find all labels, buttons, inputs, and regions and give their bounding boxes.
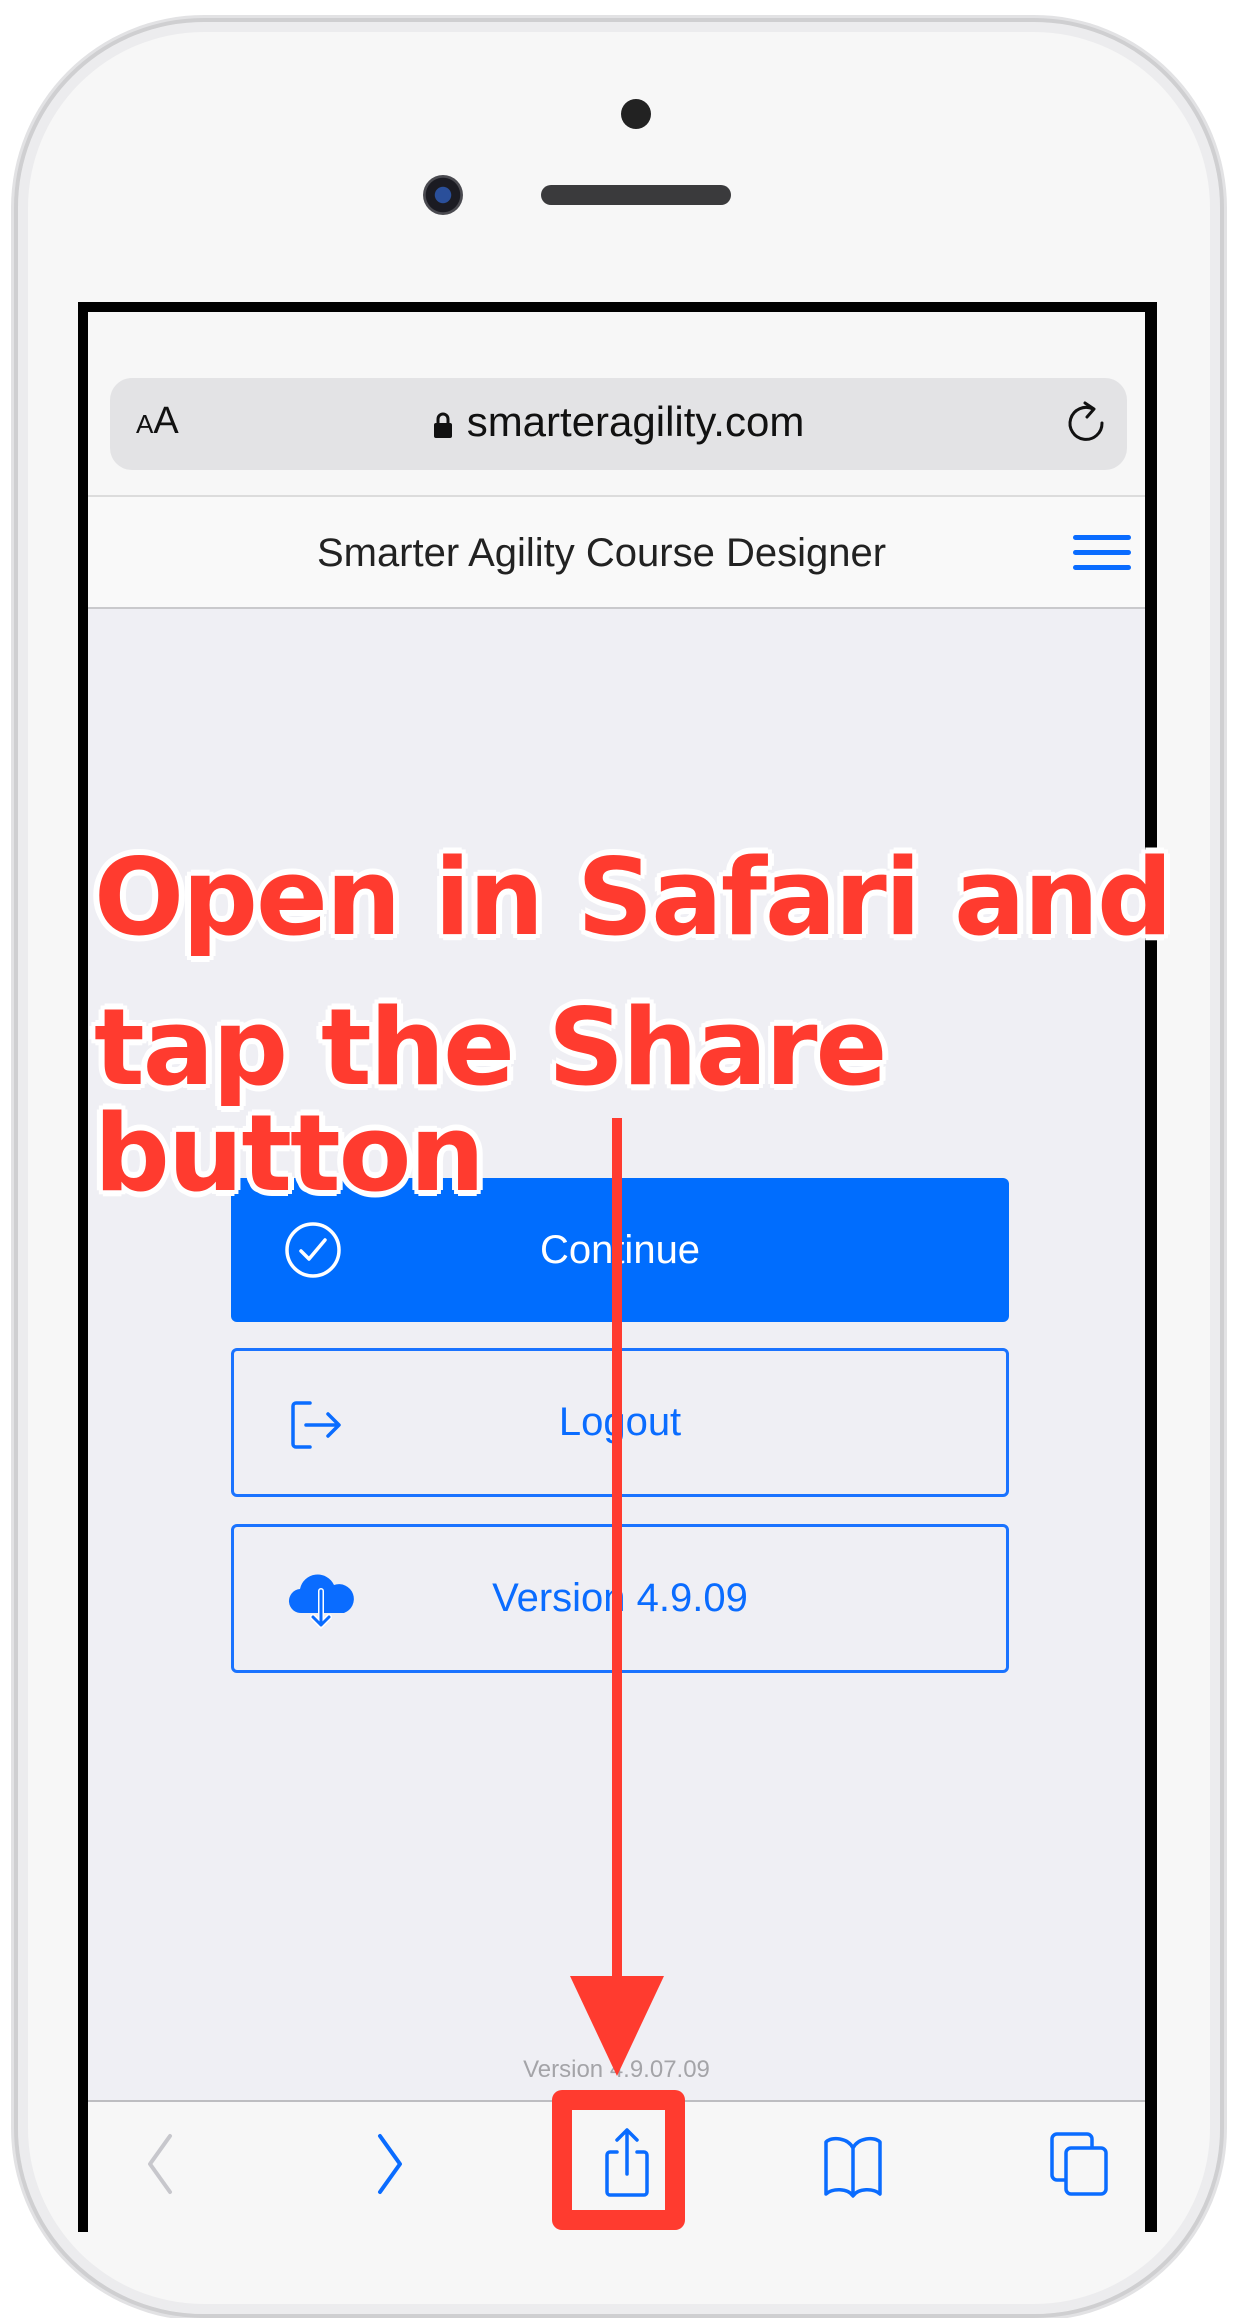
bookmarks-icon[interactable] — [818, 2122, 888, 2202]
annotation-arrow-shaft — [612, 1118, 622, 1980]
lock-icon — [433, 412, 452, 438]
cloud-download-icon — [288, 1574, 354, 1630]
tabs-icon[interactable] — [1046, 2122, 1116, 2202]
reload-icon[interactable] — [1063, 400, 1109, 446]
logout-icon — [291, 1401, 341, 1449]
address-bar[interactable]: AA smarteragility.com — [110, 378, 1127, 470]
annotation-line-1: Open in Safari and — [94, 836, 1173, 959]
front-camera — [423, 175, 463, 215]
hamburger-menu-icon[interactable] — [1073, 535, 1131, 571]
page-title: Smarter Agility Course Designer — [316, 531, 887, 575]
annotation-arrow-head — [570, 1976, 664, 2076]
forward-icon[interactable] — [358, 2122, 428, 2202]
back-icon[interactable] — [128, 2122, 198, 2202]
url-text: smarteragility.com — [466, 398, 805, 445]
safari-address-area: AA smarteragility.com — [88, 312, 1145, 497]
check-circle-icon — [285, 1222, 341, 1278]
earpiece-speaker — [541, 185, 731, 205]
share-button-highlight — [552, 2090, 685, 2230]
proximity-sensor — [621, 99, 651, 129]
app-header: Smarter Agility Course Designer — [88, 497, 1145, 609]
url-display[interactable]: smarteragility.com — [110, 398, 1127, 446]
annotation-line-2: tap the Share button — [94, 986, 887, 1215]
